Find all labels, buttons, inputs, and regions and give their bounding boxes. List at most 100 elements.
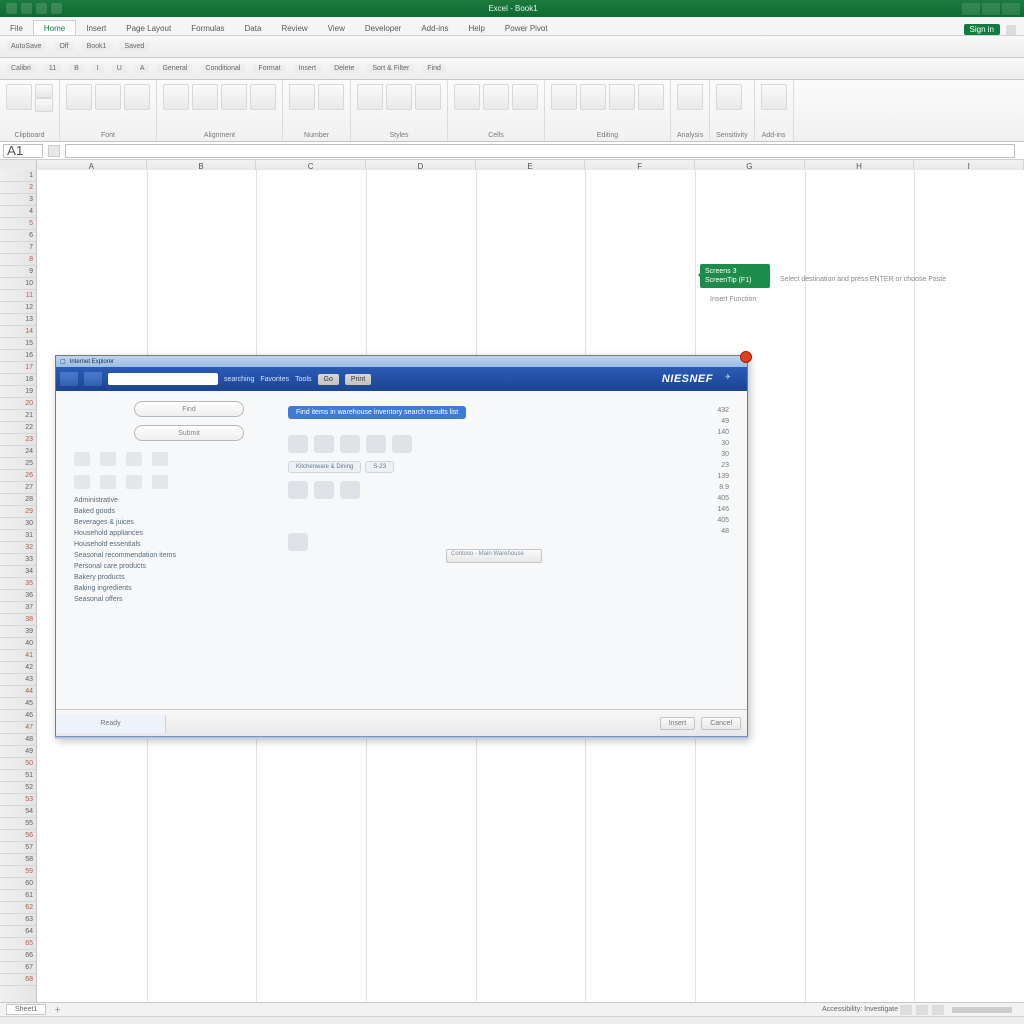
tab-page-layout[interactable]: Page Layout bbox=[116, 21, 181, 35]
merge-button[interactable] bbox=[250, 84, 276, 110]
row-header[interactable]: 31 bbox=[0, 530, 36, 542]
row-header[interactable]: 30 bbox=[0, 518, 36, 530]
delete-cell-button[interactable] bbox=[483, 84, 509, 110]
row-header[interactable]: 25 bbox=[0, 458, 36, 470]
cat-item[interactable]: Seasonal offers bbox=[74, 594, 274, 605]
insert-cells[interactable]: Insert bbox=[294, 64, 322, 73]
copy-button[interactable] bbox=[35, 98, 53, 112]
font-size[interactable]: 11 bbox=[44, 64, 61, 73]
align-left-button[interactable] bbox=[163, 84, 189, 110]
nav-favorites[interactable]: Favorites bbox=[260, 376, 289, 383]
conditional-formatting-button[interactable] bbox=[357, 84, 383, 110]
nav-go-button[interactable]: Go bbox=[318, 374, 339, 385]
percent-button[interactable] bbox=[318, 84, 344, 110]
row-header[interactable]: 9 bbox=[0, 266, 36, 278]
row-header[interactable]: 46 bbox=[0, 710, 36, 722]
find-select[interactable]: Find bbox=[422, 64, 446, 73]
fill-color-button[interactable] bbox=[124, 84, 150, 110]
sort-filter[interactable]: Sort & Filter bbox=[367, 64, 414, 73]
font-name[interactable]: Calibri bbox=[6, 64, 36, 73]
row-header[interactable]: 43 bbox=[0, 674, 36, 686]
sign-in-button[interactable]: Sign in bbox=[964, 24, 1000, 35]
row-header[interactable]: 3 bbox=[0, 194, 36, 206]
sort-button[interactable] bbox=[638, 84, 664, 110]
result-thumb-3[interactable] bbox=[340, 435, 360, 453]
filter-icon-3[interactable] bbox=[126, 452, 142, 466]
minimize-button[interactable] bbox=[962, 3, 980, 15]
filter-icon-6[interactable] bbox=[100, 475, 116, 489]
row-header[interactable]: 51 bbox=[0, 770, 36, 782]
dialog-cancel-button[interactable]: Cancel bbox=[701, 717, 741, 730]
tab-help[interactable]: Help bbox=[458, 21, 494, 35]
row-header[interactable]: 14 bbox=[0, 326, 36, 338]
font-color[interactable]: A bbox=[135, 64, 150, 73]
row-header[interactable]: 1 bbox=[0, 170, 36, 182]
result-thumb-4[interactable] bbox=[366, 435, 386, 453]
search-input-2[interactable]: Submit bbox=[134, 425, 244, 441]
row-header[interactable]: 28 bbox=[0, 494, 36, 506]
row-header[interactable]: 66 bbox=[0, 950, 36, 962]
row-header[interactable]: 52 bbox=[0, 782, 36, 794]
tab-addins[interactable]: Add-ins bbox=[411, 21, 458, 35]
tab-insert[interactable]: Insert bbox=[76, 21, 116, 35]
row-header[interactable]: 10 bbox=[0, 278, 36, 290]
result-thumb-1[interactable] bbox=[288, 435, 308, 453]
tab-file[interactable]: File bbox=[0, 21, 33, 35]
dialog-close-button[interactable] bbox=[740, 351, 752, 363]
row-header[interactable]: 65 bbox=[0, 938, 36, 950]
row-header[interactable]: 68 bbox=[0, 974, 36, 986]
row-header[interactable]: 49 bbox=[0, 746, 36, 758]
analyze-data-button[interactable] bbox=[677, 84, 703, 110]
nav-print-button[interactable]: Print bbox=[345, 374, 371, 385]
name-box[interactable] bbox=[3, 144, 43, 158]
bold-button[interactable]: B bbox=[69, 64, 84, 73]
paste-button[interactable] bbox=[6, 84, 32, 110]
row-header[interactable]: 34 bbox=[0, 566, 36, 578]
format-cell-button[interactable] bbox=[512, 84, 538, 110]
row-header[interactable]: 26 bbox=[0, 470, 36, 482]
row-header[interactable]: 44 bbox=[0, 686, 36, 698]
qat-save-icon[interactable] bbox=[6, 3, 17, 14]
filter-icon-2[interactable] bbox=[100, 452, 116, 466]
wrap-text-button[interactable] bbox=[221, 84, 247, 110]
row-header[interactable]: 19 bbox=[0, 386, 36, 398]
row-header[interactable]: 61 bbox=[0, 890, 36, 902]
row-header[interactable]: 38 bbox=[0, 614, 36, 626]
addins-button[interactable] bbox=[761, 84, 787, 110]
row-header[interactable]: 47 bbox=[0, 722, 36, 734]
row-header[interactable]: 45 bbox=[0, 698, 36, 710]
cat-item[interactable]: Household essentials bbox=[74, 539, 274, 550]
row-header[interactable]: 4 bbox=[0, 206, 36, 218]
row-header[interactable]: 42 bbox=[0, 662, 36, 674]
row-header[interactable]: 41 bbox=[0, 650, 36, 662]
dialog-ok-button[interactable]: Insert bbox=[660, 717, 696, 730]
nav-forward-button[interactable] bbox=[84, 372, 102, 386]
number-format[interactable]: General bbox=[157, 64, 192, 73]
row-header[interactable]: 8 bbox=[0, 254, 36, 266]
italic-button[interactable]: I bbox=[92, 64, 104, 73]
row-header[interactable]: 62 bbox=[0, 902, 36, 914]
cell-styles-button[interactable] bbox=[415, 84, 441, 110]
qat-undo-icon[interactable] bbox=[21, 3, 32, 14]
number-format-button[interactable] bbox=[289, 84, 315, 110]
address-input[interactable] bbox=[108, 373, 218, 385]
row-header[interactable]: 17 bbox=[0, 362, 36, 374]
fill-button[interactable] bbox=[580, 84, 606, 110]
dialog-titlebar[interactable]: ▢ Internet Explorer bbox=[56, 356, 747, 367]
align-center-button[interactable] bbox=[192, 84, 218, 110]
sheet-tab-1[interactable]: Sheet1 bbox=[6, 1004, 46, 1015]
breadcrumb-chip-2[interactable]: S-23 bbox=[365, 461, 394, 473]
format-button[interactable]: Format bbox=[253, 64, 285, 73]
nav-back-button[interactable] bbox=[60, 372, 78, 386]
view-normal-icon[interactable] bbox=[900, 1005, 912, 1015]
tab-review[interactable]: Review bbox=[271, 21, 317, 35]
row-header[interactable]: 63 bbox=[0, 914, 36, 926]
view-pagebreak-icon[interactable] bbox=[932, 1005, 944, 1015]
filter-icon-4[interactable] bbox=[152, 452, 168, 466]
row-header[interactable]: 15 bbox=[0, 338, 36, 350]
result-thumb-5[interactable] bbox=[392, 435, 412, 453]
font-size-picker[interactable] bbox=[95, 84, 121, 110]
cut-button[interactable] bbox=[35, 84, 53, 98]
cat-item[interactable]: Baking ingredients bbox=[74, 583, 274, 594]
row-header[interactable]: 27 bbox=[0, 482, 36, 494]
